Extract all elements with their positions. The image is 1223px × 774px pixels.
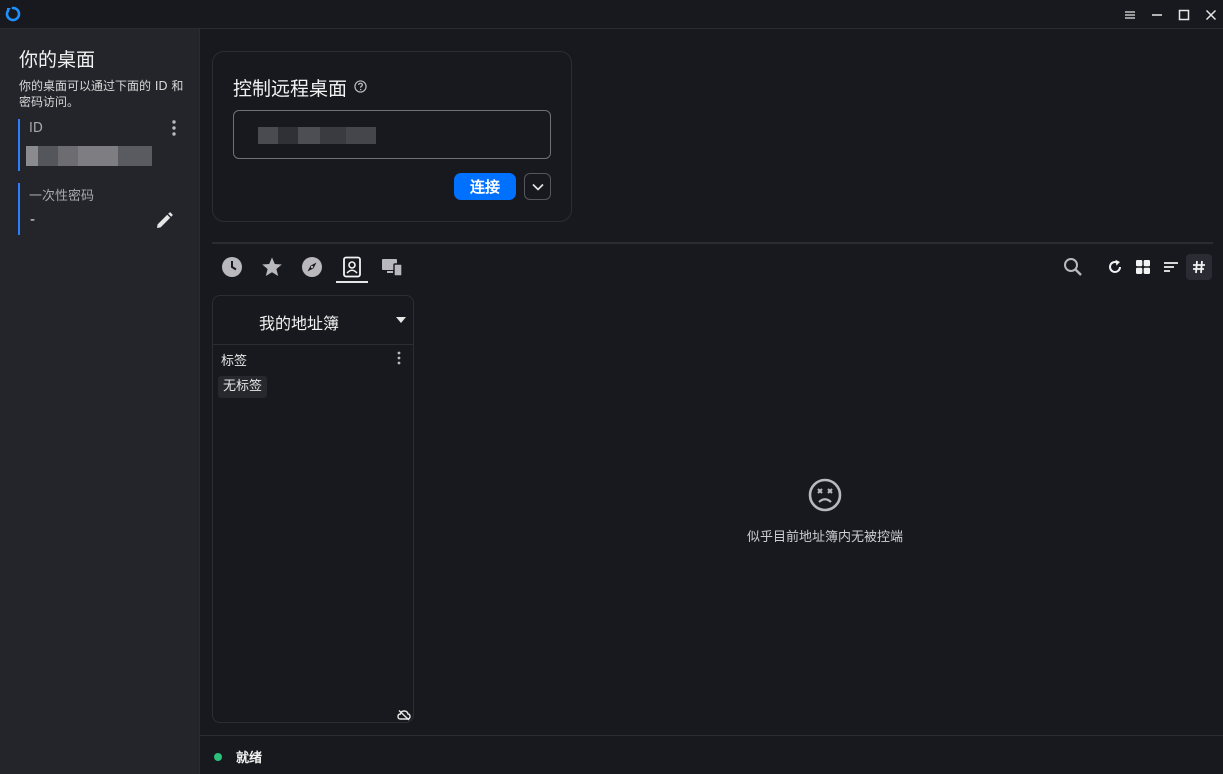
- close-icon[interactable]: [1200, 4, 1222, 26]
- password-value: -: [30, 212, 36, 228]
- edit-pencil-icon[interactable]: [154, 211, 174, 231]
- empty-state-text: 似乎目前地址簿内无被控端: [746, 530, 903, 545]
- id-label: ID: [29, 121, 43, 136]
- address-book-name[interactable]: 我的地址簿: [259, 310, 339, 334]
- tag-chip[interactable]: 无标签: [218, 376, 268, 398]
- menu-icon[interactable]: [1119, 4, 1141, 26]
- password-section: 一次性密码 -: [18, 183, 185, 235]
- more-options-icon[interactable]: [168, 119, 180, 137]
- maximize-icon[interactable]: [1173, 4, 1195, 26]
- compass-icon: [302, 257, 322, 277]
- remote-id-input[interactable]: [233, 110, 551, 159]
- minimize-icon[interactable]: [1146, 4, 1168, 26]
- sidebar: 你的桌面 你的桌面可以通过下面的 ID 和密码访问。 ID 一次性密码 -: [0, 29, 200, 774]
- sad-face-icon: [808, 478, 842, 512]
- remote-id-redacted: [258, 127, 376, 144]
- app-logo-icon: [5, 6, 21, 22]
- tags-label: 标签: [221, 354, 248, 369]
- chevron-down-icon: [531, 183, 544, 191]
- address-book-icon: [343, 256, 361, 278]
- sort-button[interactable]: [1160, 256, 1182, 278]
- status-text: 就绪: [236, 751, 263, 766]
- history-icon: [222, 257, 242, 277]
- tab-discovered[interactable]: [300, 255, 324, 279]
- section-divider: [212, 242, 1213, 244]
- caret-down-icon[interactable]: [395, 316, 407, 324]
- id-section: ID: [18, 119, 185, 171]
- refresh-icon: [1109, 259, 1121, 273]
- address-book-panel: 我的地址簿 标签 无标签: [212, 295, 414, 723]
- title-bar: [0, 0, 1223, 29]
- star-icon: [262, 257, 282, 276]
- hash-icon: [1193, 260, 1205, 274]
- password-label: 一次性密码: [29, 189, 95, 204]
- connect-options-button[interactable]: [524, 173, 551, 200]
- remote-desktop-card: 控制远程桌面 连接: [212, 51, 572, 222]
- hash-button[interactable]: [1186, 254, 1212, 280]
- remote-title: 控制远程桌面: [233, 78, 348, 100]
- grid-view-button[interactable]: [1132, 256, 1154, 278]
- sidebar-title: 你的桌面: [19, 49, 96, 71]
- search-icon: [1064, 258, 1082, 276]
- address-book-header: 我的地址簿: [213, 296, 413, 345]
- id-value-redacted[interactable]: [26, 146, 152, 166]
- grid-view-icon: [1136, 260, 1150, 274]
- cloud-off-icon[interactable]: [397, 709, 411, 721]
- search-button[interactable]: [1062, 256, 1084, 278]
- devices-icon: [382, 259, 403, 277]
- tags-more-icon[interactable]: [395, 351, 403, 365]
- help-icon[interactable]: [354, 80, 367, 93]
- tab-favorites[interactable]: [260, 255, 284, 279]
- refresh-button[interactable]: [1104, 256, 1126, 278]
- sidebar-description: 你的桌面可以通过下面的 ID 和密码访问。: [19, 79, 184, 109]
- status-indicator: [214, 753, 222, 761]
- active-tab-indicator: [336, 281, 368, 283]
- connect-button[interactable]: 连接: [454, 173, 516, 200]
- tab-group[interactable]: [380, 255, 404, 279]
- tab-address-book[interactable]: [340, 255, 364, 279]
- tab-recent[interactable]: [220, 255, 244, 279]
- sort-icon: [1164, 262, 1178, 272]
- status-bar: 就绪: [200, 735, 1223, 774]
